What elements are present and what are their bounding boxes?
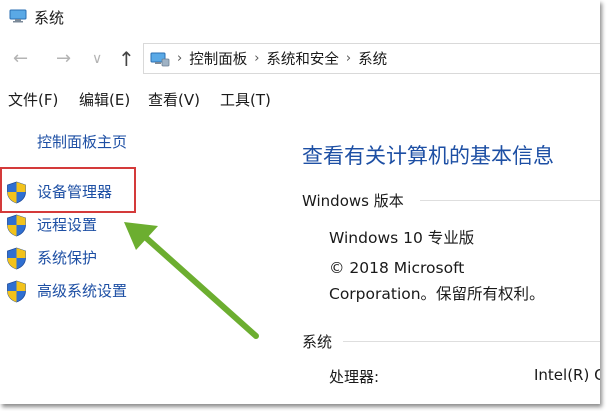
copyright-line-1: © 2018 Microsoft [329,259,465,277]
system-section-label: 系统 [302,333,333,351]
control-panel-home-link[interactable]: 控制面板主页 [37,131,127,152]
breadcrumb-separator: › [177,51,183,66]
highlight-box-annotation [0,167,136,213]
breadcrumb-system-security[interactable]: 系统和安全 [266,48,339,69]
uac-shield-icon [7,280,26,303]
title-bar: 系统 [0,0,600,34]
sidebar-item-label: 系统保护 [37,249,98,267]
windows-edition-section-label: Windows 版本 [302,192,404,210]
windows-edition-value: Windows 10 专业版 [329,229,475,247]
breadcrumb-system[interactable]: 系统 [358,48,387,69]
control-panel-icon [150,52,170,66]
breadcrumb-separator: › [254,51,260,66]
uac-shield-icon [7,247,26,270]
breadcrumb-separator: › [345,51,352,66]
sidebar-item-label: 远程设置 [37,216,98,234]
back-arrow-icon[interactable]: ← [13,42,28,76]
forward-arrow-icon[interactable]: → [56,42,71,76]
processor-value: Intel(R) C [534,366,600,384]
up-arrow-icon[interactable]: ↑ [118,42,135,76]
copyright-line-2: Corporation。保留所有权利。 [329,285,545,303]
window-title: 系统 [34,9,65,27]
page-title: 查看有关计算机的基本信息 [302,144,554,168]
menu-tools[interactable]: 工具(T) [220,87,271,113]
green-pointer-arrow-icon [124,222,259,339]
section-divider [420,200,600,201]
menu-edit[interactable]: 编辑(E) [79,87,130,113]
section-divider [343,341,600,342]
menu-file[interactable]: 文件(F) [8,87,58,113]
navigation-row: ← → ∨ ↑ › 控制面板 › 系统和安全 › 系统 [0,42,600,76]
computer-icon [9,9,27,23]
recent-locations-chevron-icon[interactable]: ∨ [92,42,102,76]
menu-view[interactable]: 查看(V) [148,87,200,113]
system-window: 系统 ← → ∨ ↑ › 控制面板 › 系统和安全 › 系统 文件(F) 编辑(… [0,0,600,404]
menu-bar: 文件(F) 编辑(E) 查看(V) 工具(T) [0,87,600,113]
uac-shield-icon [7,214,26,237]
processor-label: 处理器: [329,368,380,386]
address-bar[interactable]: › 控制面板 › 系统和安全 › 系统 [143,43,600,74]
breadcrumb-control-panel[interactable]: 控制面板 [189,48,247,69]
